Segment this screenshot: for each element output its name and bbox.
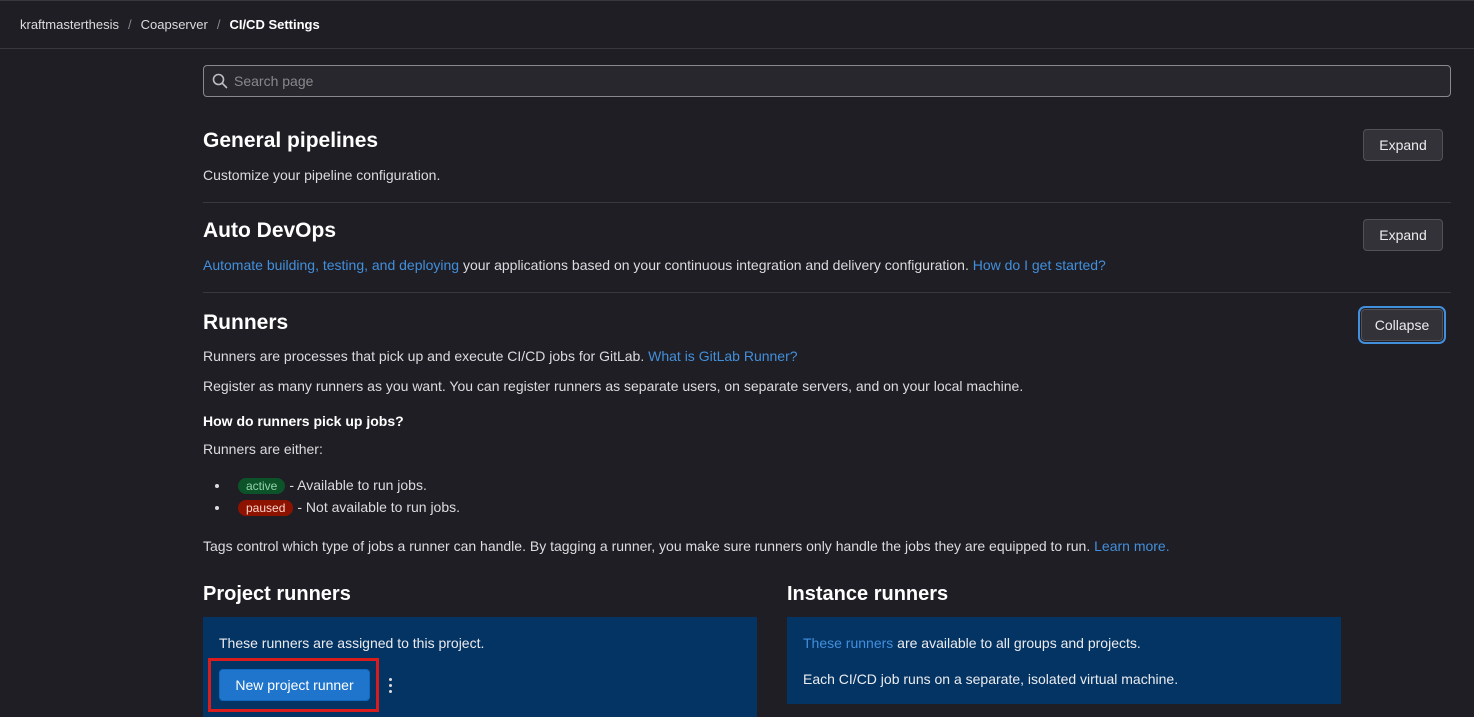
automate-link[interactable]: Automate building, testing, and deployin… [203, 257, 459, 273]
learn-more-link[interactable]: Learn more. [1094, 538, 1169, 554]
general-pipelines-title: General pipelines [203, 129, 379, 152]
runners-collapse-button[interactable]: Collapse [1361, 309, 1443, 341]
instance-runners-text-rest: are available to all groups and projects… [893, 635, 1141, 651]
instance-runners-title: Instance runners [787, 583, 949, 605]
paused-badge: paused [238, 500, 294, 516]
breadcrumb-item-current[interactable]: CI/CD Settings [229, 17, 319, 32]
project-runners-title: Project runners [203, 583, 351, 605]
runner-states-list: active- Available to run jobs. paused- N… [230, 477, 460, 521]
runners-intro-text: Runners are processes that pick up and e… [203, 348, 649, 364]
runners-intro: Runners are processes that pick up and e… [203, 348, 798, 364]
runners-howto-heading: How do runners pick up jobs? [203, 413, 404, 429]
auto-devops-expand-button[interactable]: Expand [1363, 219, 1443, 251]
what-is-runner-link[interactable]: What is GitLab Runner? [648, 348, 797, 364]
breadcrumb: kraftmasterthesis / Coapserver / CI/CD S… [0, 0, 1474, 49]
instance-runners-vm-text: Each CI/CD job runs on a separate, isola… [803, 671, 1179, 687]
runners-register-text: Register as many runners as you want. Yo… [203, 378, 1024, 394]
runners-title: Runners [203, 311, 289, 334]
breadcrumb-item-group[interactable]: kraftmasterthesis [20, 17, 119, 32]
runners-either-text: Runners are either: [203, 441, 323, 457]
more-actions-icon[interactable] [382, 674, 398, 696]
active-badge: active [238, 478, 286, 494]
instance-runners-text: These runners are available to all group… [803, 635, 1141, 651]
general-pipelines-expand-button[interactable]: Expand [1363, 129, 1443, 161]
state-description: - Not available to run jobs. [297, 499, 461, 515]
search-icon [212, 73, 228, 89]
search-box[interactable] [203, 65, 1451, 97]
general-pipelines-description: Customize your pipeline configuration. [203, 167, 441, 183]
section-divider [203, 292, 1451, 293]
search-input[interactable] [234, 73, 1434, 89]
section-divider [203, 202, 1451, 203]
auto-devops-text: your applications based on your continuo… [459, 257, 973, 273]
auto-devops-description: Automate building, testing, and deployin… [203, 257, 1106, 273]
runners-tags-text: Tags control which type of jobs a runner… [203, 538, 1170, 554]
breadcrumb-separator: / [216, 17, 221, 32]
breadcrumb-separator: / [127, 17, 132, 32]
get-started-link[interactable]: How do I get started? [973, 257, 1106, 273]
tags-text: Tags control which type of jobs a runner… [203, 538, 1095, 554]
instance-runners-panel [787, 617, 1341, 704]
project-runners-text: These runners are assigned to this proje… [219, 635, 485, 651]
these-runners-link[interactable]: These runners [803, 635, 893, 651]
state-description: - Available to run jobs. [289, 477, 427, 493]
list-item: active- Available to run jobs. [230, 477, 460, 499]
highlight-box [208, 658, 379, 712]
list-item: paused- Not available to run jobs. [230, 499, 460, 521]
breadcrumb-item-project[interactable]: Coapserver [141, 17, 208, 32]
auto-devops-title: Auto DevOps [203, 219, 337, 242]
